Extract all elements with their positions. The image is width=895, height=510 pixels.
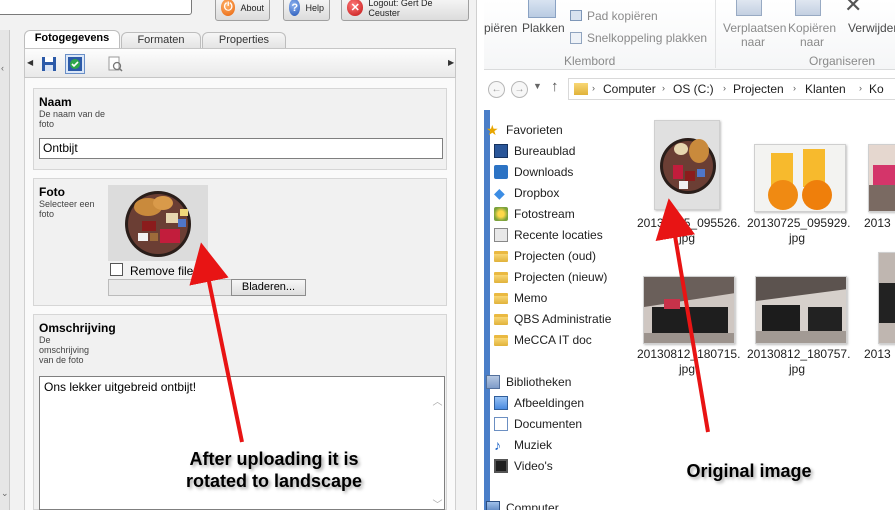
right-arrow xyxy=(655,198,710,433)
left-arrow xyxy=(189,242,244,443)
annotation-arrows xyxy=(189,198,710,443)
